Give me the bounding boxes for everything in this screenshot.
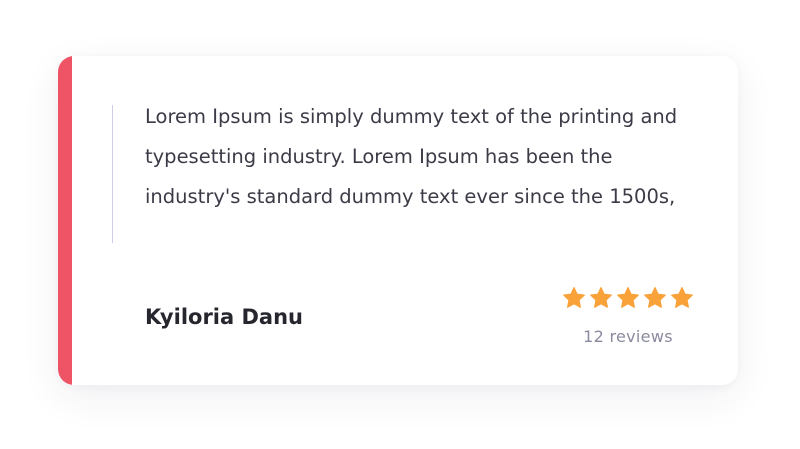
review-count[interactable]: 12 reviews xyxy=(558,327,698,346)
accent-bar xyxy=(58,56,72,385)
star-icon xyxy=(617,287,639,308)
star-icon xyxy=(563,287,585,308)
testimonial-card: Lorem Ipsum is simply dummy text of the … xyxy=(58,56,738,385)
star-icon xyxy=(644,287,666,308)
star-icon xyxy=(671,287,693,308)
author-name: Kyiloria Danu xyxy=(145,305,303,329)
star-rating xyxy=(558,286,698,310)
testimonial-quote: Lorem Ipsum is simply dummy text of the … xyxy=(145,105,678,208)
page: Lorem Ipsum is simply dummy text of the … xyxy=(0,0,800,449)
star-icon xyxy=(590,287,612,308)
quote-divider xyxy=(112,105,113,243)
rating-block: 12 reviews xyxy=(558,286,698,346)
